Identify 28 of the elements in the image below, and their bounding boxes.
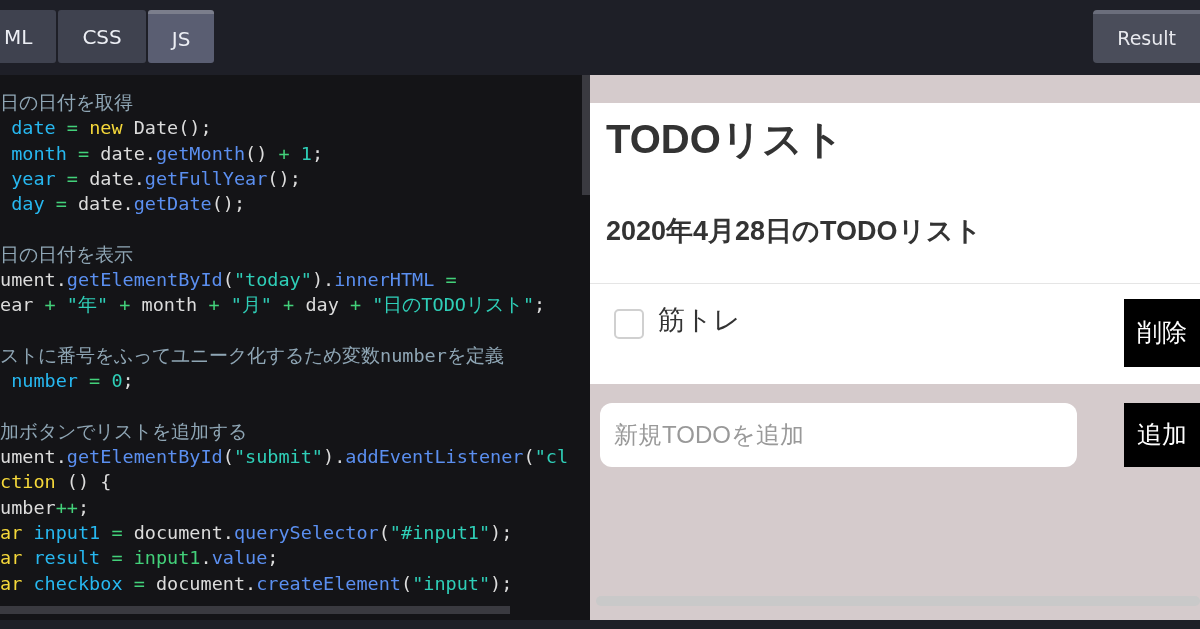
code-line: ction () { bbox=[0, 471, 112, 493]
code-comment: 日の日付を表示 bbox=[0, 243, 133, 265]
editor-tab[interactable]: ML bbox=[0, 10, 57, 63]
result-button[interactable]: Result bbox=[1093, 10, 1200, 63]
code-line: umber++; bbox=[0, 496, 90, 518]
code-line: ar checkbox = document.createElement("input"); bbox=[0, 572, 513, 594]
code-line: ar input1 = document.querySelector("#input1"); bbox=[0, 522, 513, 544]
code-line: year = date.getFullYear(); bbox=[10, 167, 301, 189]
delete-button[interactable]: 削除 bbox=[1124, 299, 1200, 367]
code-line: ument.getElementById("today").innerHTML = bbox=[0, 269, 457, 291]
code-line: number = 0; bbox=[10, 370, 134, 392]
code-line: ar result = input1.value; bbox=[0, 547, 279, 569]
code-comment: 日の日付を取得 bbox=[0, 92, 133, 113]
editor-tab[interactable]: CSS bbox=[58, 10, 146, 63]
editor-tab[interactable]: JS bbox=[147, 10, 215, 63]
code-line: ear + "年" + month + "月" + day + "日のTODOリスト"; bbox=[0, 294, 546, 316]
date-heading: 2020年4月28日のTODOリスト bbox=[590, 211, 1200, 284]
new-todo-field[interactable]: 新規TODOを追加 bbox=[600, 403, 1077, 467]
code-line: day = date.getDate(); bbox=[10, 193, 246, 215]
checkbox[interactable] bbox=[614, 309, 644, 340]
code-comment: 加ボタンでリストを追加する bbox=[0, 420, 247, 442]
code-comment: ストに番号をふってユニーク化するため変数numberを定義 bbox=[0, 344, 504, 366]
code-line: ument.getElementById("submit").addEventListener("cl bbox=[0, 446, 569, 468]
page-title: TODOリスト bbox=[605, 116, 845, 163]
todo-text: 筋トレ bbox=[658, 304, 741, 337]
code-line: month = date.getMonth() + 1; bbox=[10, 142, 324, 164]
add-button[interactable]: 追加 bbox=[1124, 403, 1200, 467]
code-line: date = new Date(); bbox=[10, 117, 212, 139]
